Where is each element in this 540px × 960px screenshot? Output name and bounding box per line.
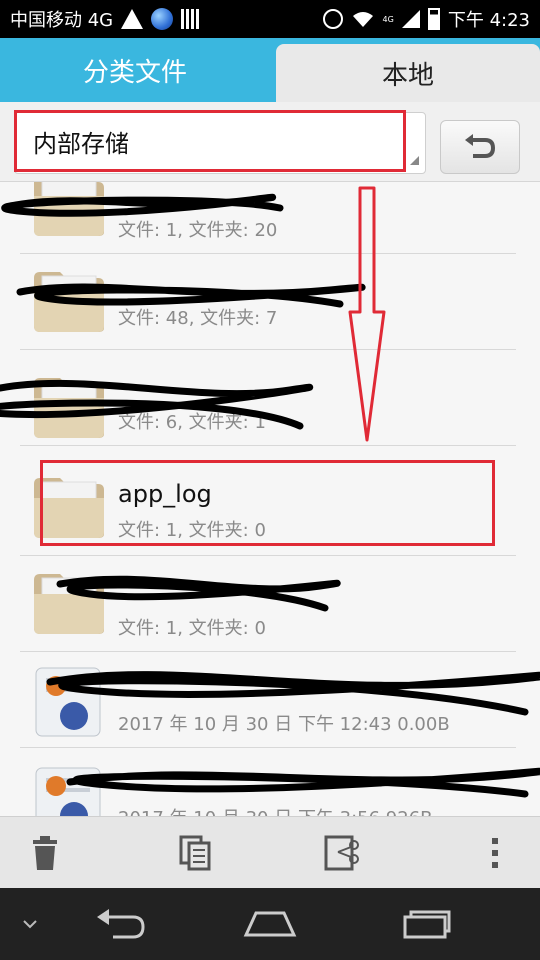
home-icon: [243, 911, 297, 937]
tab-bar: 分类文件 本地: [0, 38, 540, 102]
browser-icon: [151, 8, 174, 30]
list-item[interactable]: 文件: 6, 文件夹: 1: [0, 350, 540, 446]
list-item[interactable]: 文件: 1, 文件夹: 20: [0, 182, 540, 254]
folder-icon: [34, 272, 104, 332]
list-item[interactable]: 2017 年 10 月 30 日 下午 12:43 0.00B: [0, 652, 540, 748]
folder-icon: [34, 574, 104, 634]
item-meta: 文件: 1, 文件夹: 0: [118, 618, 266, 639]
hide-nav-button[interactable]: [10, 888, 50, 960]
cut-button[interactable]: [308, 817, 378, 889]
back-button[interactable]: [440, 120, 520, 174]
barcode-icon: [181, 9, 202, 29]
back-arrow-icon: [97, 909, 145, 939]
nav-recents-button[interactable]: [385, 888, 465, 960]
tab-label: 分类文件: [82, 57, 187, 88]
annotation-highlight-box: [40, 460, 495, 546]
row-divider: [20, 747, 516, 748]
cut-icon: [324, 835, 359, 871]
battery-icon: [427, 8, 440, 30]
warning-icon: [121, 9, 144, 29]
file-list: 文件: 1, 文件夹: 20 文件: 48, 文件夹: 7 文件: 6, 文件夹…: [0, 182, 540, 816]
chevron-down-icon: [23, 920, 37, 929]
document-icon: [35, 667, 101, 737]
nav-home-button[interactable]: [230, 888, 310, 960]
list-item[interactable]: 文件: 48, 文件夹: 7: [0, 254, 540, 350]
recents-icon: [403, 910, 451, 939]
trash-icon: [33, 836, 57, 870]
navigation-bar: [0, 888, 540, 960]
more-icon: [492, 838, 498, 868]
folder-icon: [34, 182, 104, 236]
item-meta: 文件: 1, 文件夹: 20: [118, 220, 278, 241]
copy-icon: [179, 835, 211, 871]
tab-categories[interactable]: 分类文件: [0, 38, 270, 102]
dropdown-caret-icon: [410, 156, 419, 165]
row-divider: [20, 445, 516, 446]
tab-local[interactable]: 本地: [276, 44, 540, 102]
more-button[interactable]: [460, 817, 530, 889]
list-item[interactable]: 文件: 1, 文件夹: 0: [0, 556, 540, 652]
status-bar: 中国移动 4G 4G 下午 4:23: [0, 0, 540, 38]
network-type-label: 4G: [382, 14, 394, 24]
annotation-storage-box: [14, 110, 406, 172]
alarm-icon: [322, 9, 343, 29]
folder-icon: [34, 378, 104, 438]
list-item[interactable]: 2017 年 10 月 30 日 下午 3:56 926B: [0, 752, 540, 816]
tab-label: 本地: [381, 60, 434, 91]
nav-back-button[interactable]: [80, 888, 160, 960]
carrier-label: 中国移动 4G: [10, 10, 114, 31]
document-icon: [35, 767, 101, 816]
signal-icon: [401, 10, 420, 28]
item-meta: 文件: 6, 文件夹: 1: [118, 412, 266, 433]
clock-label: 下午 4:23: [447, 10, 530, 31]
undo-arrow-icon: [465, 134, 496, 158]
wifi-icon: [352, 12, 373, 27]
delete-button[interactable]: [10, 817, 80, 889]
item-meta: 2017 年 10 月 30 日 下午 12:43 0.00B: [118, 714, 450, 735]
copy-button[interactable]: [160, 817, 230, 889]
item-meta: 文件: 48, 文件夹: 7: [118, 308, 278, 329]
action-bar: [0, 816, 540, 888]
item-meta: 2017 年 10 月 30 日 下午 3:56 926B: [118, 804, 433, 816]
annotation-arrow: [348, 186, 386, 442]
